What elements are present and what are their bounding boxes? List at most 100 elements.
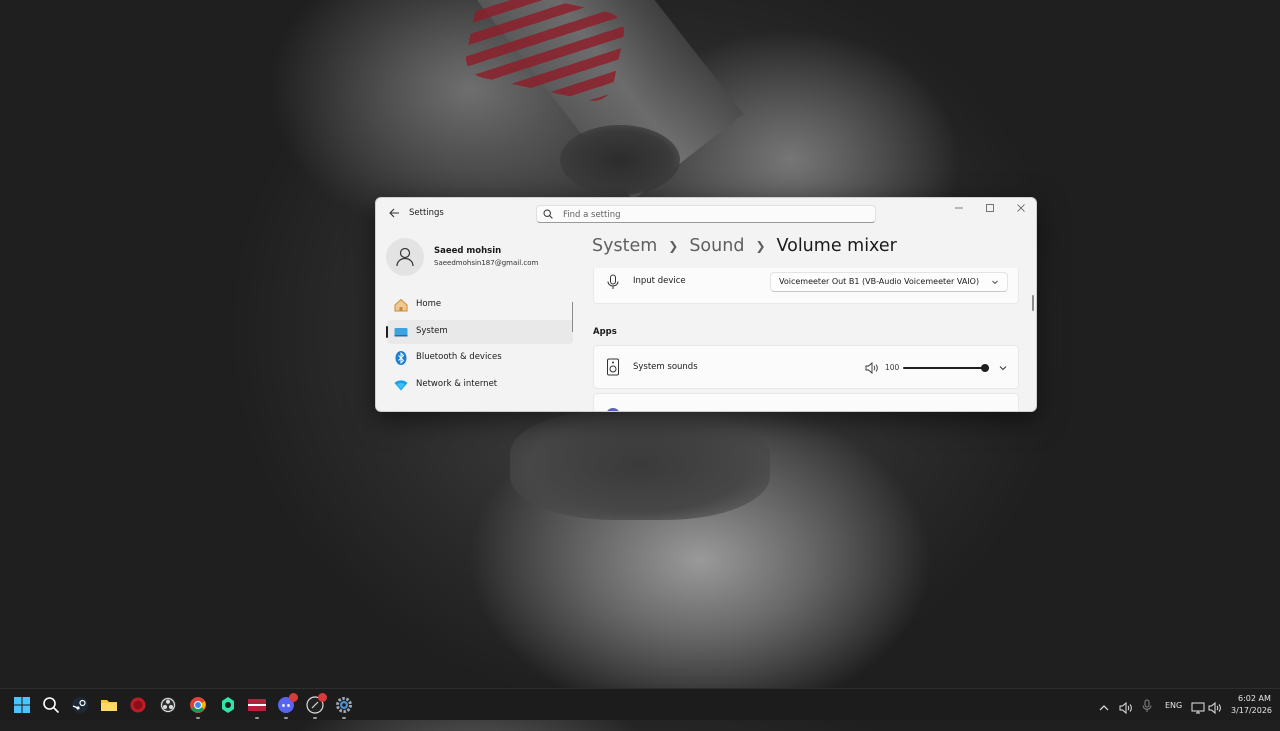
taskbar-red-app[interactable]	[128, 695, 148, 715]
tray-speaker[interactable]	[1208, 699, 1222, 731]
sidebar-item-network[interactable]: Network & internet	[387, 373, 573, 397]
search-input[interactable]	[561, 207, 865, 223]
obs-icon	[160, 697, 176, 713]
settings-window: Settings Saeed mohsin Saeedmohsin187@gma…	[375, 197, 1037, 412]
language-indicator[interactable]: ENG	[1165, 701, 1182, 710]
volume-icon[interactable]	[865, 362, 879, 374]
volume-slider[interactable]	[903, 362, 989, 374]
running-indicator	[342, 717, 346, 719]
taskbar-chrome[interactable]	[188, 695, 208, 715]
taskbar-settings[interactable]	[334, 695, 354, 715]
chevron-right-icon: ❯	[755, 239, 766, 253]
apps-section-title: Apps	[593, 327, 617, 337]
sidebar-item-system[interactable]: System	[386, 319, 573, 344]
taskbar-search-button[interactable]	[41, 695, 61, 715]
folder-icon	[101, 700, 117, 711]
sidebar-nav: Home System Bluetooth & devices Network …	[386, 293, 573, 399]
volume-value: 100	[885, 363, 900, 372]
wallpaper-red-streaks	[462, 0, 628, 105]
running-indicator	[196, 717, 200, 719]
windows-logo-icon	[14, 697, 30, 713]
taskbar-obs[interactable]	[158, 695, 178, 715]
content-scrollbar[interactable]	[1032, 295, 1034, 311]
search-icon	[543, 209, 553, 219]
steam-icon	[72, 697, 88, 713]
notification-badge	[318, 693, 327, 702]
user-profile[interactable]: Saeed mohsin Saeedmohsin187@gmail.com	[386, 238, 576, 278]
microphone-icon	[1142, 699, 1152, 712]
input-device-label: Input device	[633, 276, 686, 286]
input-device-select[interactable]: Voicemeeter Out B1 (VB-Audio Voicemeeter…	[770, 272, 1008, 292]
back-button[interactable]	[386, 207, 402, 223]
chevron-up-icon	[1099, 705, 1109, 711]
user-email: Saeedmohsin187@gmail.com	[434, 259, 539, 267]
running-indicator	[313, 717, 317, 719]
system-icon	[394, 327, 408, 336]
speaker-device-icon	[607, 358, 619, 376]
minimize-icon	[955, 207, 963, 209]
tray-network[interactable]	[1191, 699, 1205, 731]
taskbar-media-app[interactable]	[305, 693, 327, 715]
game-app-icon	[222, 697, 234, 713]
chevron-down-icon	[992, 280, 998, 285]
wallpaper-head	[560, 125, 680, 195]
title-bar[interactable]: Settings	[376, 198, 1036, 230]
input-device-card: Input device Voicemeeter Out B1 (VB-Audi…	[593, 268, 1019, 304]
app-volume-row[interactable]	[593, 393, 1019, 411]
page-title: Volume mixer	[776, 236, 897, 256]
wallpaper-figure	[510, 410, 770, 520]
breadcrumb-system[interactable]: System	[592, 236, 657, 256]
search-icon	[43, 697, 60, 714]
taskbar-game-app[interactable]	[218, 695, 238, 715]
tray-overflow-button[interactable]	[1098, 699, 1110, 731]
tray-volume[interactable]	[1119, 699, 1133, 731]
tray-microphone[interactable]	[1142, 698, 1152, 730]
ethernet-icon	[1191, 702, 1205, 714]
start-button[interactable]	[12, 695, 32, 715]
input-device-value: Voicemeeter Out B1 (VB-Audio Voicemeeter…	[779, 277, 980, 286]
microphone-icon	[607, 274, 619, 289]
app-volume-row[interactable]: System sounds 100	[593, 345, 1019, 389]
slider-fill	[903, 367, 989, 369]
chevron-right-icon: ❯	[668, 239, 679, 253]
chrome-icon	[190, 697, 206, 713]
person-icon	[396, 247, 414, 267]
avatar	[386, 238, 424, 276]
speaker-icon	[1208, 701, 1221, 715]
maximize-button[interactable]	[975, 201, 1005, 221]
minimize-button[interactable]	[944, 201, 974, 221]
voicemeeter-icon	[248, 699, 266, 711]
gear-icon	[336, 697, 352, 713]
breadcrumb: System ❯ Sound ❯ Volume mixer	[592, 236, 897, 262]
running-indicator	[284, 717, 288, 719]
taskbar-steam[interactable]	[70, 695, 90, 715]
sidebar-item-bluetooth[interactable]: Bluetooth & devices	[387, 346, 573, 370]
notification-badge	[289, 693, 298, 702]
sidebar-item-label: Home	[416, 299, 442, 309]
close-icon	[1017, 204, 1025, 212]
taskbar: ENG 6:02 AM 3/17/2026	[0, 688, 1280, 720]
red-app-icon	[130, 697, 146, 713]
breadcrumb-sound[interactable]: Sound	[689, 236, 744, 256]
app-title: Settings	[409, 208, 444, 218]
taskbar-voicemeeter[interactable]	[247, 695, 267, 715]
home-icon	[394, 298, 408, 312]
wifi-icon	[394, 379, 408, 390]
chevron-down-icon[interactable]	[998, 363, 1008, 373]
taskbar-discord[interactable]	[276, 693, 298, 715]
slider-thumb[interactable]	[981, 364, 989, 372]
clock-date[interactable]: 3/17/2026	[1231, 706, 1272, 715]
clock-time[interactable]: 6:02 AM	[1238, 694, 1271, 703]
close-button[interactable]	[1006, 201, 1036, 221]
sidebar-item-label: System	[416, 325, 448, 336]
sidebar-scrollbar[interactable]	[572, 302, 573, 332]
sidebar-item-label: Bluetooth & devices	[416, 352, 502, 362]
sidebar-item-home[interactable]: Home	[387, 293, 573, 317]
app-icon	[606, 408, 620, 411]
back-arrow-icon	[389, 208, 399, 218]
search-box[interactable]	[536, 205, 876, 223]
app-name: System sounds	[633, 362, 698, 372]
maximize-icon	[986, 204, 994, 212]
taskbar-file-explorer[interactable]	[99, 695, 119, 715]
bluetooth-icon	[395, 351, 407, 365]
